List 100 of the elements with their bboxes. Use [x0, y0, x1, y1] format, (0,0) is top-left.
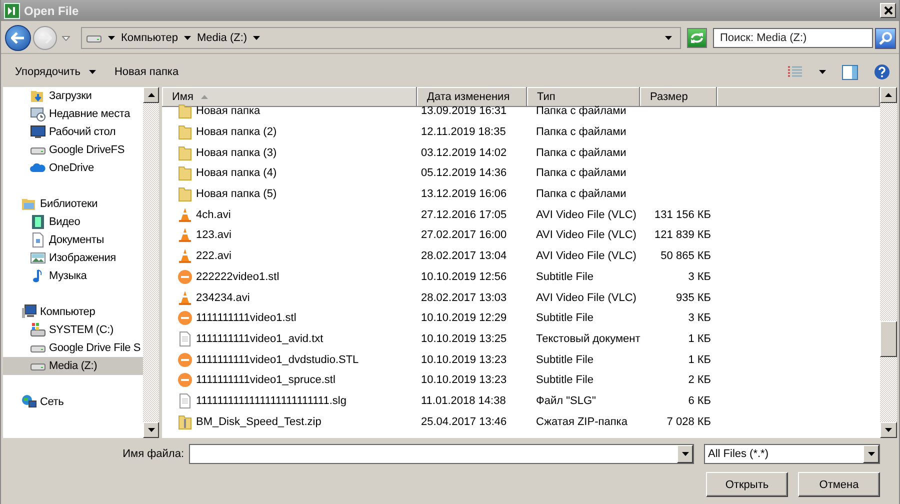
file-name-label: Имя файла:: [122, 448, 184, 460]
date-cell-text: 13.09.2019 16:31: [420, 105, 508, 118]
scroll-up-button[interactable]: [880, 87, 897, 103]
sidebar-item[interactable]: Рабочий стол: [3, 123, 143, 141]
file-name-cell[interactable]: 123.avi: [162, 227, 417, 244]
library-folder-icon: [21, 196, 37, 212]
dialog-button[interactable]: Отмена: [798, 472, 880, 497]
size-cell-text: 50 865 КБ: [660, 250, 712, 262]
organize-menu-button[interactable]: Упорядочить: [9, 63, 102, 81]
refresh-arrows-icon: [690, 32, 704, 44]
folder-icon: [177, 103, 193, 120]
close-button[interactable]: [880, 3, 896, 18]
file-name-cell[interactable]: 234234.avi: [162, 290, 417, 306]
file-name-cell[interactable]: Новая папка (2): [162, 124, 417, 140]
scroll-down-button[interactable]: [143, 422, 159, 438]
breadcrumb-arrow-icon: [108, 36, 115, 40]
date-cell-text: 10.10.2019 13:23: [420, 374, 508, 386]
sidebar-item[interactable]: Google Drive File S: [3, 339, 143, 357]
date-cell-text: 10.10.2019 12:29: [420, 312, 508, 324]
sidebar-item[interactable]: Недавние места: [3, 105, 143, 123]
file-name-cell[interactable]: 1111111111video1.stl: [162, 310, 417, 326]
file-name-cell[interactable]: Новая папка (3): [162, 144, 417, 161]
traffic-cone-icon: [177, 227, 193, 244]
download-folder-icon: [30, 88, 46, 104]
type-cell-text: Файл "SLG": [535, 394, 597, 407]
sidebar-item[interactable]: Сеть: [3, 393, 143, 411]
size-cell-text: 935 КБ: [674, 292, 712, 304]
right-arrow-icon: [38, 32, 52, 44]
globe-network-icon: [21, 394, 37, 410]
sidebar-item[interactable]: Видео: [3, 213, 143, 231]
system-drive-icon: [30, 322, 46, 338]
refresh-button[interactable]: [687, 28, 707, 48]
date-cell-text: 27.12.2016 17:05: [420, 208, 508, 221]
column-header[interactable]: Тип: [527, 87, 640, 107]
file-name-cell[interactable]: 222222video1.stl: [162, 268, 417, 285]
scroll-down-button[interactable]: [880, 422, 897, 438]
date-cell-text: 03.12.2019 14:02: [420, 146, 508, 159]
back-button[interactable]: [5, 25, 31, 51]
search-button[interactable]: [875, 28, 896, 48]
size-cell-text: 1 КБ: [687, 332, 712, 345]
folder-icon: [177, 165, 193, 182]
close-icon: [884, 6, 892, 15]
file-name-cell[interactable]: Новая папка (4): [162, 165, 417, 182]
breadcrumb[interactable]: Media (Z:): [196, 32, 248, 44]
traffic-cone-icon: [177, 206, 193, 223]
scrollbar[interactable]: [143, 87, 159, 438]
column-header[interactable]: Дата изменения: [417, 87, 527, 107]
document-icon: [177, 330, 193, 347]
caret-icon: [819, 70, 826, 74]
file-type-dropdown[interactable]: All Files (*.*): [704, 444, 880, 464]
sidebar-item[interactable]: Изображения: [3, 249, 143, 267]
scroll-up-button[interactable]: [143, 87, 159, 103]
monitor-icon: [30, 124, 46, 140]
column-header[interactable]: Имя: [162, 87, 417, 107]
breadcrumb[interactable]: Компьютер: [121, 32, 178, 44]
size-cell-text: 3 КБ: [687, 312, 712, 324]
scroll-thumb[interactable]: [880, 321, 897, 357]
sidebar-item[interactable]: OneDrive: [3, 159, 143, 177]
type-cell-text: Текстовый документ: [535, 332, 640, 345]
size-cell-text: 3 КБ: [687, 270, 712, 283]
type-cell-text: Папка с файлами: [535, 126, 628, 138]
sidebar-item[interactable]: SYSTEM (C:): [3, 321, 143, 339]
app-icon: [4, 2, 20, 18]
sidebar-item[interactable]: Документы: [3, 231, 143, 249]
toolbar-button[interactable]: Новая папка: [108, 63, 185, 81]
sidebar-item[interactable]: Библиотеки: [3, 195, 143, 213]
type-cell-text: AVI Video File (VLC): [535, 250, 638, 262]
size-cell-text: 121 839 КБ: [654, 229, 712, 242]
file-name-cell[interactable]: Новая папка (5): [162, 186, 417, 202]
dialog-button[interactable]: Открыть: [706, 472, 788, 497]
sidebar-item[interactable]: Google DriveFS: [3, 141, 143, 159]
size-cell-text: 2 КБ: [687, 374, 712, 386]
size-cell-text: 131 156 КБ: [654, 208, 712, 221]
file-name-cell[interactable]: 1111111111video1_avid.txt: [162, 330, 417, 347]
sidebar-item[interactable]: Загрузки: [3, 87, 143, 105]
round-badge-icon: [177, 372, 193, 388]
sidebar-item[interactable]: Музыка: [3, 267, 143, 285]
sidebar-item[interactable]: Компьютер: [3, 303, 143, 321]
file-name-cell[interactable]: 1111111111111111111111111.slg: [162, 392, 417, 409]
type-cell-text: Subtitle File: [535, 354, 594, 366]
file-name-cell[interactable]: 222.avi: [162, 248, 417, 264]
up-arrow-icon: [148, 93, 154, 97]
file-name-cell[interactable]: 1111111111video1_dvdstudio.STL: [162, 352, 417, 368]
date-cell-text: 05.12.2019 14:36: [420, 167, 508, 180]
sidebar-item[interactable]: Media (Z:): [3, 357, 143, 375]
round-badge-icon: [177, 310, 193, 326]
search-field[interactable]: Поиск: Media (Z:): [713, 28, 873, 48]
scrollbar[interactable]: [880, 87, 897, 438]
file-name-field[interactable]: [189, 444, 694, 464]
file-name-cell[interactable]: BM_Disk_Speed_Test.zip: [162, 414, 417, 430]
file-name-cell[interactable]: 1111111111video1_spruce.stl: [162, 372, 417, 388]
file-name-cell[interactable]: 4ch.avi: [162, 206, 417, 223]
type-cell-text: Subtitle File: [535, 312, 594, 324]
type-cell-text: AVI Video File (VLC): [535, 292, 638, 304]
address-bar[interactable]: Компьютер Media (Z:): [81, 27, 681, 49]
traffic-cone-icon: [177, 290, 193, 306]
date-cell-text: 27.02.2017 16:00: [420, 229, 508, 242]
breadcrumb-arrow-icon: [184, 36, 191, 40]
clock-window-icon: [30, 106, 46, 122]
column-header[interactable]: Размер: [640, 87, 717, 107]
